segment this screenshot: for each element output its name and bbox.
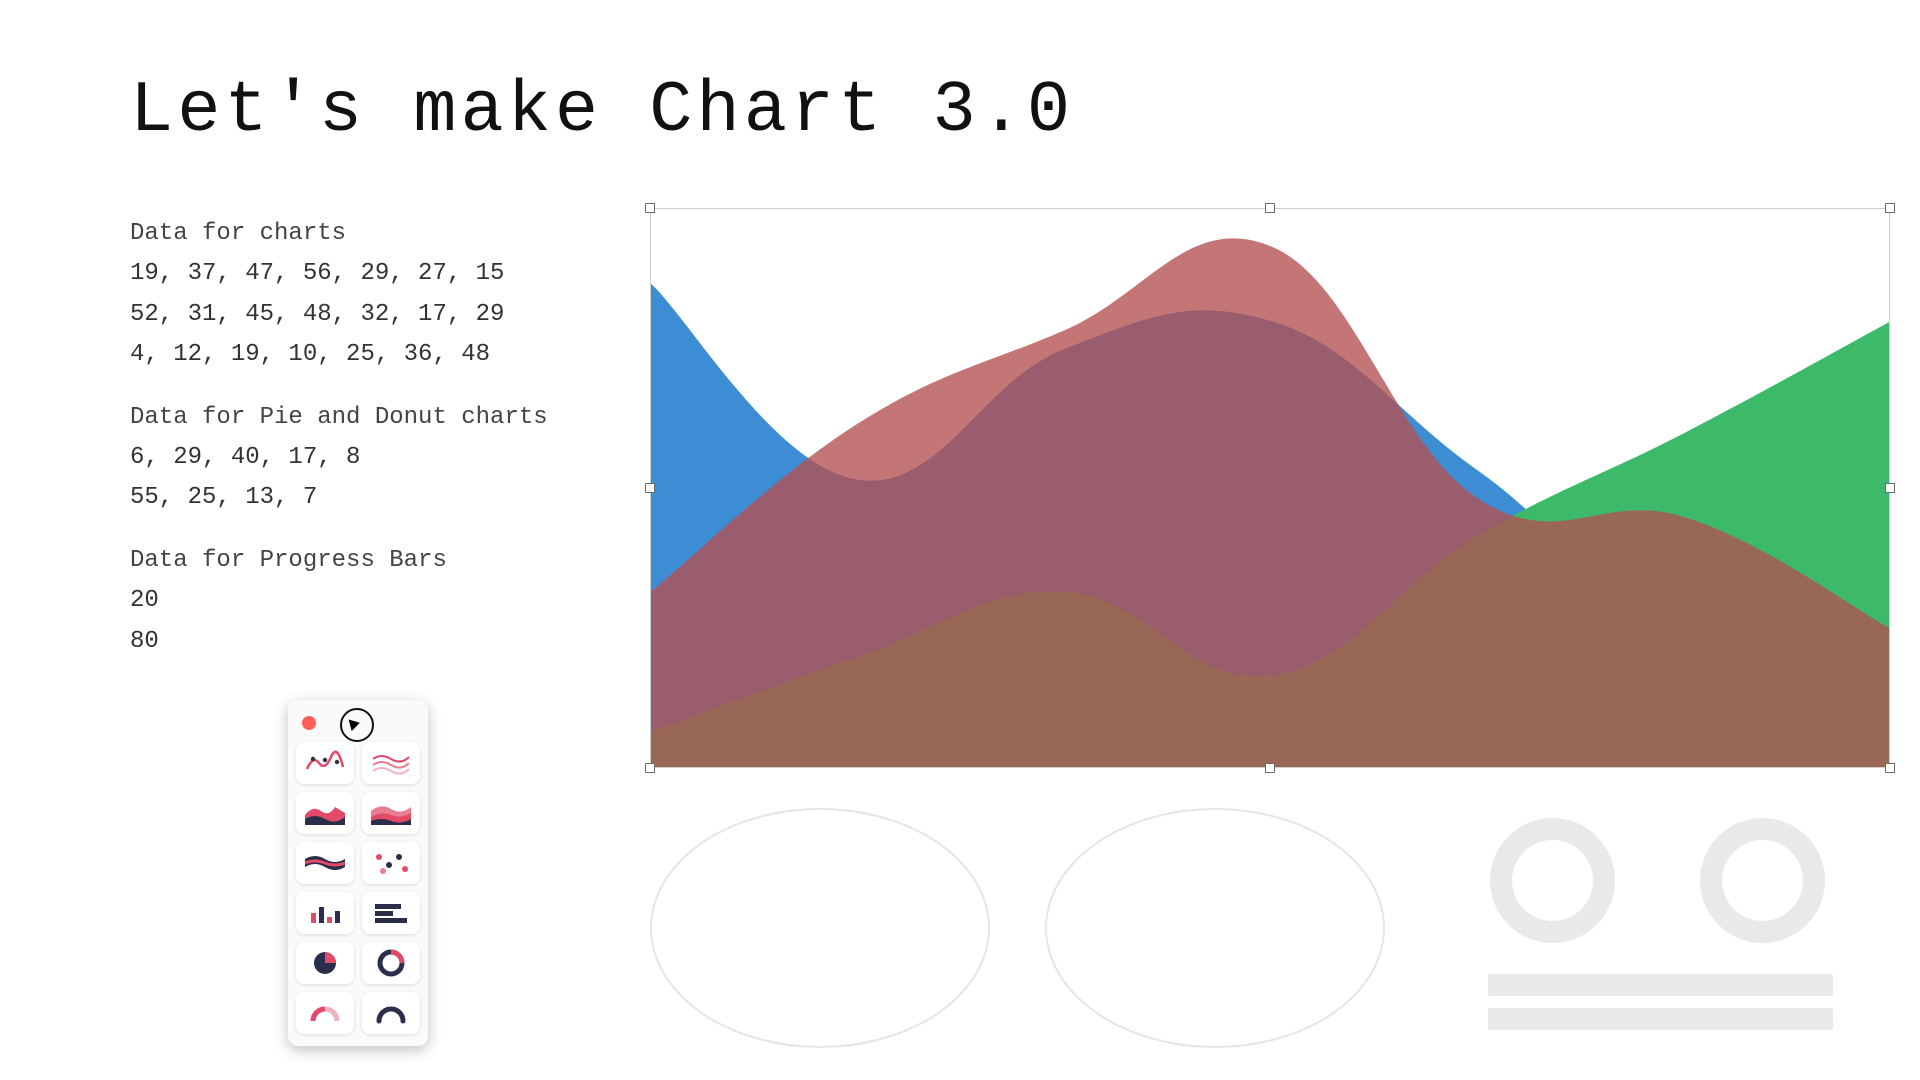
tool-scatter-chart[interactable] [362,842,420,884]
selection-handle[interactable] [645,483,655,493]
progress-data-heading: Data for Progress Bars [130,542,560,580]
selection-handle[interactable] [1265,203,1275,213]
progress-data-row: 80 [130,623,560,661]
tool-gauge-chart[interactable] [362,992,420,1034]
scatter-chart-icon [371,849,411,877]
tool-area-chart[interactable] [296,792,354,834]
progress-bar-placeholder [1488,974,1833,996]
selection-handle[interactable] [645,763,655,773]
page-title: Let's make Chart 3.0 [130,70,1074,152]
palette-header [296,710,420,736]
tool-bar-chart-vertical[interactable] [296,892,354,934]
donut-placeholder [1700,818,1825,943]
donut-chart-icon [371,949,411,977]
charts-data-row: 52, 31, 45, 48, 32, 17, 29 [130,296,560,334]
progress-bar-placeholder [1488,1008,1833,1030]
tool-donut-chart[interactable] [362,942,420,984]
bar-horizontal-icon [371,899,411,927]
pie-data-heading: Data for Pie and Donut charts [130,399,560,437]
selection-handle[interactable] [1885,203,1895,213]
selection-handle[interactable] [645,203,655,213]
chart-tool-palette[interactable] [288,700,428,1046]
close-icon[interactable] [302,716,316,730]
tool-half-donut-chart[interactable] [296,992,354,1034]
stacked-area-chart-icon [371,799,411,827]
multi-line-chart-icon [371,749,411,777]
gauge-icon [371,999,411,1027]
progress-data-row: 20 [130,582,560,620]
half-donut-icon [305,999,345,1027]
pie-data-row: 55, 25, 13, 7 [130,479,560,517]
pie-placeholder [650,808,990,1048]
charts-data-row: 4, 12, 19, 10, 25, 36, 48 [130,336,560,374]
charts-data-heading: Data for charts [130,215,560,253]
tool-pie-chart[interactable] [296,942,354,984]
tool-line-chart[interactable] [296,742,354,784]
selection-handle[interactable] [1885,483,1895,493]
selection-handle[interactable] [1265,763,1275,773]
data-panel: Data for charts 19, 37, 47, 56, 29, 27, … [130,215,560,663]
tool-stacked-area-chart[interactable] [362,792,420,834]
pie-data-row: 6, 29, 40, 17, 8 [130,439,560,477]
pie-placeholder [1045,808,1385,1048]
donut-placeholder [1490,818,1615,943]
charts-data-row: 19, 37, 47, 56, 29, 27, 15 [130,255,560,293]
bar-vertical-icon [305,899,345,927]
tool-bar-chart-horizontal[interactable] [362,892,420,934]
stream-chart-icon [305,849,345,877]
pie-chart-icon [305,949,345,977]
area-chart-canvas[interactable] [650,208,1890,768]
area-chart-svg [651,209,1890,768]
line-chart-icon [305,749,345,777]
tool-stream-chart[interactable] [296,842,354,884]
area-chart-icon [305,799,345,827]
selection-handle[interactable] [1885,763,1895,773]
tool-multi-line-chart[interactable] [362,742,420,784]
